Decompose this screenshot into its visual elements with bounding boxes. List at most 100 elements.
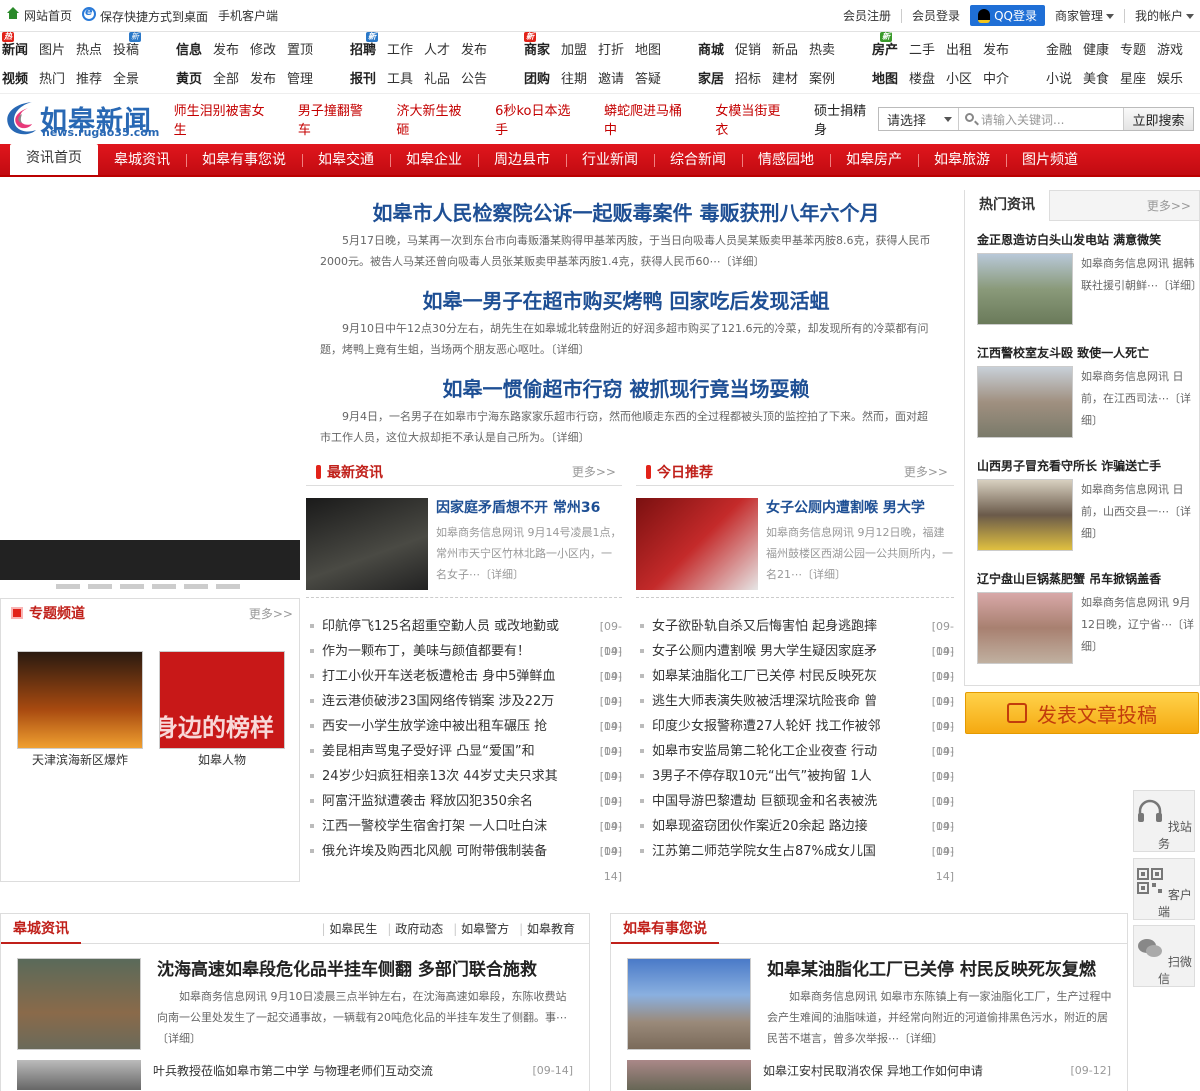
nav-link[interactable]: 修改 — [250, 42, 287, 65]
news-thumbnail[interactable] — [636, 498, 758, 590]
list-item[interactable]: 逃生大师表演失败被活埋深坑险丧命 曾 [09-14] — [636, 689, 954, 733]
nav-link[interactable]: 家居 — [698, 71, 735, 94]
qq-login-button[interactable]: QQ登录 — [970, 5, 1045, 26]
news-thumbnail[interactable] — [977, 592, 1073, 664]
nav-link[interactable]: 美食 — [1083, 71, 1120, 94]
nav-link[interactable]: 投稿新 — [113, 32, 150, 65]
list-item[interactable]: 3男子不停存取10元“出气”被拘留 1人 [09-14] — [636, 764, 954, 808]
nav-link[interactable]: 信息 — [176, 42, 213, 65]
headline-title[interactable]: 如皋市人民检察院公诉一起贩毒案件 毒贩获刑八年六个月 — [320, 196, 932, 230]
news-thumbnail[interactable] — [977, 366, 1073, 438]
register-link[interactable]: 会员注册 — [843, 7, 891, 24]
list-item[interactable]: 印度少女报警称遭27人轮奸 找工作被邻 [09-14] — [636, 714, 954, 758]
channel-tab[interactable]: 如皋企业 — [390, 146, 478, 175]
channel-tab[interactable]: 皋城资讯 — [98, 146, 186, 175]
headline-title[interactable]: 如皋一惯偷超市行窃 被抓现行竟当场耍赖 — [320, 372, 932, 406]
nav-link[interactable]: 中介 — [983, 71, 1020, 94]
slider-dot[interactable] — [56, 584, 80, 589]
hot-news-title[interactable]: 金正恩造访白头山发电站 满意微笑 — [977, 231, 1199, 249]
nav-link[interactable]: 发布 — [461, 42, 498, 65]
headline-title[interactable]: 如皋一男子在超市购买烤鸭 回家吃后发现活蛆 — [320, 284, 932, 318]
slider-dot[interactable] — [152, 584, 176, 589]
nav-link[interactable]: 全部 — [213, 71, 250, 94]
channel-tab[interactable]: 如皋房产 — [830, 146, 918, 175]
topic-card[interactable]: 天津滨海新区爆炸 — [17, 651, 143, 768]
channel-tab[interactable]: 情感园地 — [742, 146, 830, 175]
hot-link[interactable]: 男子撞翻警车 — [298, 100, 375, 138]
nav-link[interactable]: 热门 — [39, 71, 76, 94]
mobile-client-link[interactable]: 手机客户端 — [218, 7, 278, 24]
list-item[interactable]: 俄允许埃及购西北风舰 可附带俄制装备 [09-14] — [306, 839, 622, 883]
nav-link[interactable]: 热点 — [76, 42, 113, 65]
list-item[interactable]: 如皋某油脂化工厂已关停 村民反映死灰 [09-14] — [636, 664, 954, 708]
channel-tab[interactable]: 综合新闻 — [654, 146, 742, 175]
hot-news-title[interactable]: 辽宁盘山巨锅蒸肥蟹 吊车掀锅盖香 — [977, 570, 1199, 588]
list-item[interactable]: 作为一颗布丁，美味与颜值都要有！ [09-14] — [306, 639, 622, 683]
featured-title[interactable]: 沈海高速如皋段危化品半挂车侧翻 多部门联合施救 — [157, 958, 577, 982]
list-item[interactable]: 如皋江安村民取消农保 异地工作如何申请 [09-12] — [763, 1060, 1111, 1090]
slider-dot[interactable] — [88, 584, 112, 589]
nav-link[interactable]: 工具 — [387, 71, 424, 94]
nav-link[interactable]: 新闻热 — [2, 32, 39, 65]
subtab[interactable]: 政府动态 — [387, 920, 443, 937]
subtab[interactable]: 如皋教育 — [519, 920, 575, 937]
nav-link[interactable]: 加盟 — [561, 42, 598, 65]
slider-dot[interactable] — [184, 584, 208, 589]
nav-link[interactable]: 楼盘 — [909, 71, 946, 94]
news-thumbnail[interactable] — [977, 479, 1073, 551]
nav-link[interactable]: 置顶 — [287, 42, 324, 65]
nav-link[interactable]: 地图 — [872, 71, 909, 94]
channel-tab[interactable]: 如皋交通 — [302, 146, 390, 175]
subtab[interactable]: 如皋警方 — [453, 920, 509, 937]
news-thumbnail[interactable] — [627, 958, 751, 1050]
list-item[interactable]: 24岁少妇疯狂相亲13次 44岁丈夫只求其 [09-14] — [306, 764, 622, 808]
save-shortcut-link[interactable]: 保存快捷方式到桌面 — [82, 5, 208, 25]
account-menu[interactable]: 我的帐户 — [1135, 7, 1194, 24]
nav-link[interactable]: 团购 — [524, 71, 561, 94]
nav-link[interactable]: 公告 — [461, 71, 498, 94]
nav-link[interactable]: 地图 — [635, 42, 672, 65]
nav-link[interactable]: 建材 — [772, 71, 809, 94]
support-button[interactable]: 找站务 — [1133, 790, 1195, 852]
channel-tab[interactable]: 资讯首页 — [10, 144, 98, 175]
subtab[interactable]: 如皋民生 — [322, 920, 377, 937]
list-item[interactable]: 连云港侦破涉23国网络传销案 涉及22万 [09-14] — [306, 689, 622, 733]
channel-tab[interactable]: 如皋有事您说 — [186, 146, 302, 175]
post-article-button[interactable]: 发表文章投稿 — [965, 692, 1199, 734]
list-item[interactable]: 女子欲卧轨自杀又后悔害怕 起身逃跑摔 [09-14] — [636, 614, 954, 658]
more-link[interactable]: 更多>> — [249, 605, 299, 622]
nav-link[interactable]: 二手 — [909, 42, 946, 65]
nav-link[interactable]: 娱乐 — [1157, 71, 1194, 94]
news-thumbnail[interactable] — [306, 498, 428, 590]
hot-news-title[interactable]: 江西警校室友斗殴 致使一人死亡 — [977, 344, 1199, 362]
site-logo[interactable]: 如皋新闻 news.rugao35.com — [0, 94, 170, 144]
more-link[interactable]: 更多>> — [572, 463, 622, 480]
hot-news-title[interactable]: 山西男子冒充看守所长 诈骗送亡手 — [977, 457, 1199, 475]
nav-link[interactable]: 管理 — [287, 71, 324, 94]
list-item[interactable]: 如皋现盗窃团伙作案近20余起 路边接 [09-14] — [636, 814, 954, 858]
nav-link[interactable]: 小说 — [1046, 71, 1083, 94]
list-item[interactable]: 打工小伙开车送老板遭枪击 身中5弹鲜血 [09-14] — [306, 664, 622, 708]
list-item[interactable]: 姜昆相声骂鬼子受好评 凸显“爱国”和 [09-14] — [306, 739, 622, 783]
nav-link[interactable]: 游戏 — [1157, 42, 1194, 65]
hot-link[interactable]: 蟒蛇爬进马桶中 — [604, 100, 693, 138]
list-item[interactable]: 西安一小学生放学途中被出租车碾压 抢 [09-14] — [306, 714, 622, 758]
news-thumbnail[interactable] — [17, 958, 141, 1050]
slider-dot[interactable] — [216, 584, 240, 589]
nav-link[interactable]: 答疑 — [635, 71, 672, 94]
nav-link[interactable]: 发布 — [983, 42, 1020, 65]
hot-link[interactable]: 女模当街更衣 — [715, 100, 792, 138]
list-item[interactable]: 印航停飞125名超重空勤人员 或改地勤或 [09-14] — [306, 614, 622, 658]
channel-tab[interactable]: 如皋旅游 — [918, 146, 1006, 175]
nav-link[interactable]: 案例 — [809, 71, 846, 94]
list-item[interactable]: 如皋市安监局第二轮化工企业夜查 行动 [09-14] — [636, 739, 954, 783]
nav-link[interactable]: 推荐 — [76, 71, 113, 94]
hot-link[interactable]: 6秒ko日本选手 — [495, 100, 582, 138]
list-item[interactable]: 江苏第二师范学院女生占87%成女儿国 [09-14] — [636, 839, 954, 883]
nav-link[interactable]: 人才 — [424, 42, 461, 65]
nav-link[interactable]: 发布 — [250, 71, 287, 94]
hot-link[interactable]: 师生泪别被害女生 — [174, 100, 276, 138]
channel-tab[interactable]: 图片频道 — [1006, 146, 1094, 175]
nav-link[interactable]: 商城 — [698, 42, 735, 65]
hot-link[interactable]: 济大新生被砸 — [397, 100, 474, 138]
